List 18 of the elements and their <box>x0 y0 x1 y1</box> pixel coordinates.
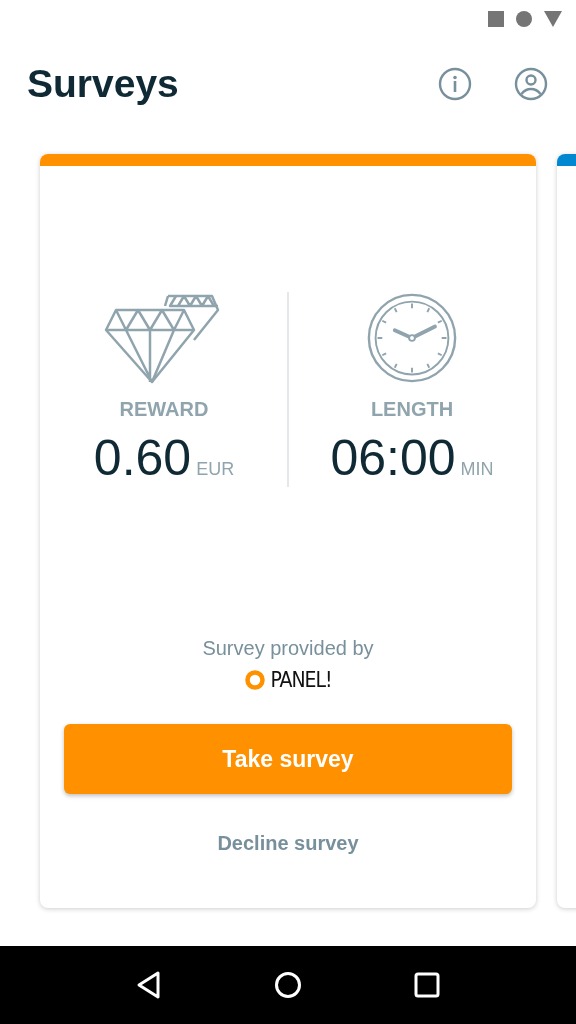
triangle-icon <box>544 11 562 27</box>
screen-title: Surveys <box>27 62 180 106</box>
provider-logo-text: PANEL! <box>270 668 332 692</box>
ring-icon <box>244 669 267 691</box>
stat-unit: MIN <box>460 459 494 480</box>
account-icon[interactable] <box>514 67 548 101</box>
stop-icon <box>488 11 504 27</box>
circle-icon <box>516 11 532 27</box>
take-survey-button[interactable]: Take survey <box>64 724 512 794</box>
info-icon[interactable] <box>438 67 472 101</box>
stat-value: 06:00 <box>330 429 456 487</box>
stat-value: 0.60 <box>93 429 192 487</box>
stat-label: LENGTH <box>370 398 454 421</box>
stat-unit: EUR <box>196 459 235 480</box>
home-icon[interactable] <box>273 970 303 1000</box>
provider-text: Survey provided by <box>202 637 374 660</box>
stat-label: REWARD <box>119 398 209 421</box>
decline-survey-button[interactable]: Decline survey <box>209 828 367 859</box>
